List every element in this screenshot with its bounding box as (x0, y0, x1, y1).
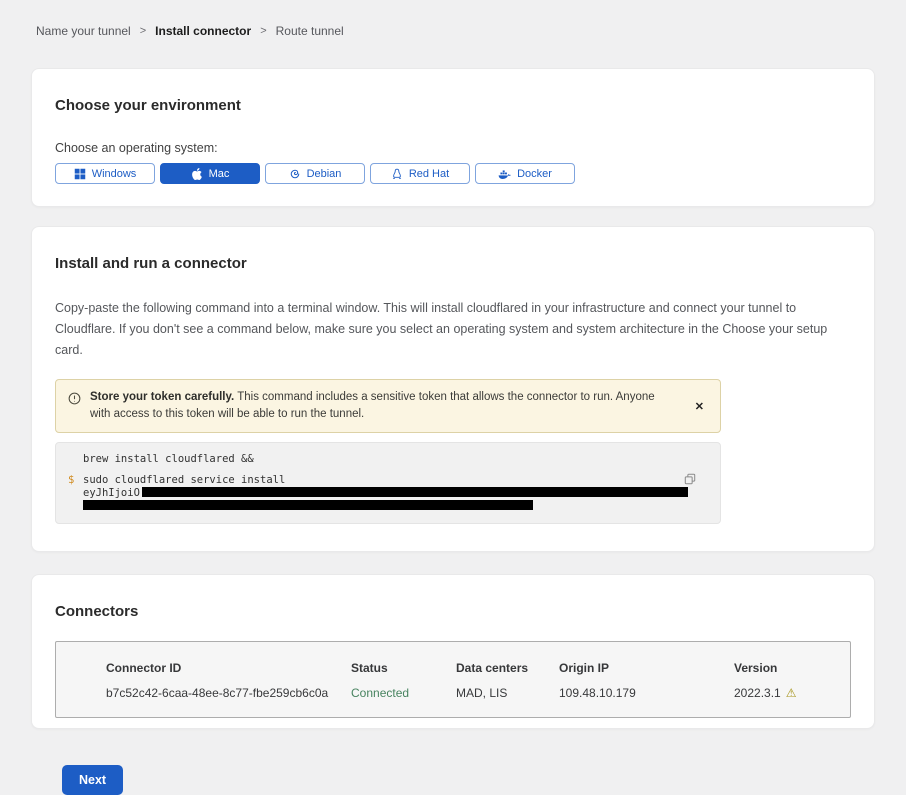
version-text: 2022.3.1 (734, 686, 781, 700)
page-content: Choose your environment Choose an operat… (31, 68, 875, 795)
apple-icon (191, 168, 203, 180)
shell-prompt: $ (68, 475, 74, 486)
os-button-label: Red Hat (409, 168, 449, 180)
cell-connector-id: b7c52c42-6caa-48ee-8c77-fbe259cb6c0a (106, 686, 351, 700)
next-button[interactable]: Next (62, 765, 123, 795)
header-status: Status (351, 661, 456, 675)
token-prefix-text: eyJhIjoiO (83, 487, 140, 499)
warning-triangle-icon[interactable]: ⚠ (786, 686, 797, 700)
header-version: Version (734, 661, 840, 675)
code-line-sudo: $ sudo cloudflared service install (83, 475, 680, 486)
header-origin-ip: Origin IP (559, 661, 734, 675)
docker-whale-icon (498, 168, 511, 180)
connectors-card: Connectors Connector ID Status Data cent… (31, 574, 875, 729)
code-text: brew install cloudflared && (83, 453, 254, 465)
os-button-debian[interactable]: Debian (265, 163, 365, 184)
alert-circle-icon (68, 392, 81, 410)
cell-version: 2022.3.1 ⚠ (734, 686, 840, 700)
connectors-card-title: Connectors (55, 603, 851, 620)
os-button-mac[interactable]: Mac (160, 163, 260, 184)
environment-card: Choose your environment Choose an operat… (31, 68, 875, 207)
install-card-title: Install and run a connector (55, 255, 851, 272)
table-header-row: Connector ID Status Data centers Origin … (106, 661, 840, 675)
warning-title: Store your token carefully. (90, 391, 234, 403)
connectors-table: Connector ID Status Data centers Origin … (55, 641, 851, 718)
windows-icon (74, 168, 86, 180)
breadcrumb-separator: > (140, 25, 146, 37)
install-connector-card: Install and run a connector Copy-paste t… (31, 226, 875, 552)
breadcrumb: Name your tunnel > Install connector > R… (36, 0, 906, 38)
copy-icon[interactable] (682, 471, 698, 490)
redacted-token-bar (83, 500, 533, 510)
os-button-redhat[interactable]: Red Hat (370, 163, 470, 184)
install-command-code-block: brew install cloudflared && $ sudo cloud… (55, 442, 721, 524)
install-description: Copy-paste the following command into a … (55, 298, 847, 361)
breadcrumb-install-connector[interactable]: Install connector (155, 24, 251, 38)
os-button-label: Windows (92, 168, 137, 180)
linux-penguin-icon (391, 168, 403, 180)
code-line-brew: brew install cloudflared && (83, 454, 680, 465)
header-data-centers: Data centers (456, 661, 559, 675)
os-button-label: Mac (209, 168, 230, 180)
debian-icon (289, 168, 301, 180)
cell-data-centers: MAD, LIS (456, 686, 559, 700)
os-button-label: Debian (307, 168, 342, 180)
os-select-label: Choose an operating system: (55, 141, 851, 155)
close-icon[interactable]: ✕ (691, 398, 708, 415)
breadcrumb-name-your-tunnel[interactable]: Name your tunnel (36, 24, 131, 38)
os-button-windows[interactable]: Windows (55, 163, 155, 184)
environment-card-title: Choose your environment (55, 97, 851, 114)
code-text: sudo cloudflared service install (83, 474, 285, 486)
os-button-label: Docker (517, 168, 552, 180)
token-warning-banner: Store your token carefully.This command … (55, 379, 721, 433)
breadcrumb-separator: > (260, 25, 266, 37)
os-button-group: Windows Mac Debian Red Hat (55, 163, 851, 184)
breadcrumb-route-tunnel[interactable]: Route tunnel (276, 24, 344, 38)
table-row: b7c52c42-6caa-48ee-8c77-fbe259cb6c0a Con… (106, 686, 840, 700)
code-line-token: eyJhIjoiO (83, 487, 680, 499)
status-badge: Connected (351, 686, 456, 700)
redacted-token-bar (142, 487, 688, 497)
header-connector-id: Connector ID (106, 661, 351, 675)
cell-origin-ip: 109.48.10.179 (559, 686, 734, 700)
os-button-docker[interactable]: Docker (475, 163, 575, 184)
warning-text: Store your token carefully.This command … (90, 389, 682, 423)
